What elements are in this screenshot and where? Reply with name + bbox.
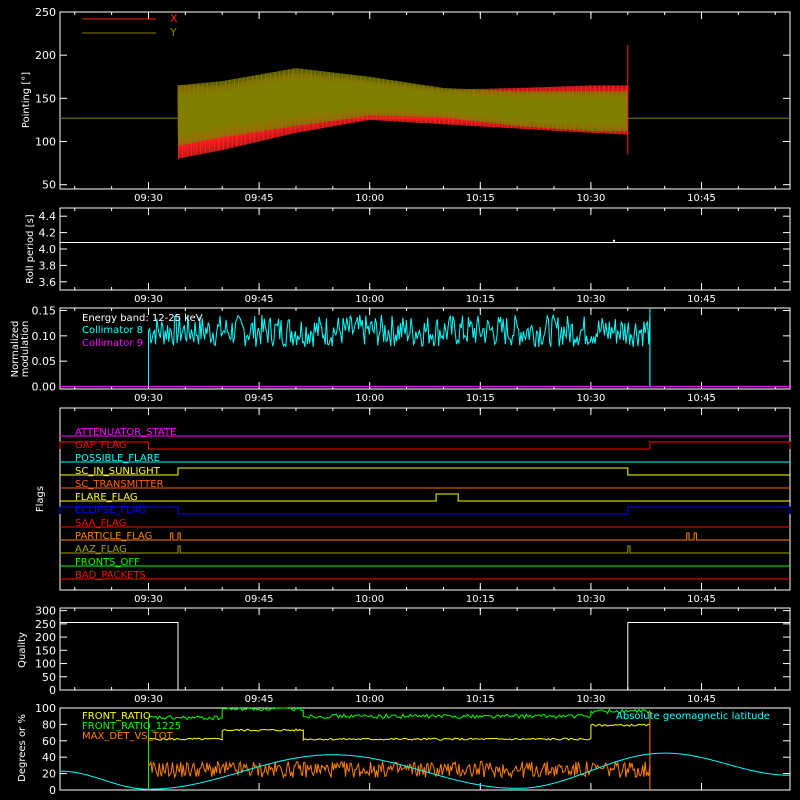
y-tick-label: 40 [42, 751, 56, 764]
x-tick-label: 09:30 [134, 294, 163, 305]
x-tick-label: 09:45 [245, 594, 274, 605]
x-tick-label: 10:15 [466, 193, 495, 204]
figure-canvas: Pointing [°] 50100150200250 09:30 09:45 10… [0, 0, 800, 800]
y-tick-label: 0.05 [32, 355, 57, 368]
x-tick-label: 09:30 [134, 393, 163, 404]
x-tick-label: 10:00 [355, 193, 384, 204]
legend-y-label: Y [169, 26, 177, 39]
y-tick-label: 4.0 [39, 243, 57, 256]
x-tick-label: 10:30 [576, 193, 605, 204]
modulation-ylabel-line2: modulation [20, 321, 31, 378]
modulation-ylabel: Normalized modulation [10, 321, 31, 378]
x-tick-label: 10:45 [687, 193, 716, 204]
x-tick-label: 10:45 [687, 393, 716, 404]
y-tick-label: 0 [49, 784, 56, 797]
y-tick-label: 0.00 [32, 380, 57, 393]
x-tick-label: 10:15 [466, 594, 495, 605]
x-tick-label: 10:45 [687, 594, 716, 605]
y-tick-label: 100 [35, 136, 56, 149]
y-tick-label: 0.10 [32, 330, 57, 343]
x-tick-label: 09:45 [245, 294, 274, 305]
energy-band-label: Energy band: 12-25 keV [82, 313, 203, 324]
x-tick-label: 09:30 [134, 694, 163, 705]
y-tick-label: 60 [42, 735, 56, 748]
collimator-9-label: Collimator 9 [82, 338, 143, 349]
y-tick-label: 200 [35, 49, 56, 62]
x-tick-label: 09:45 [245, 694, 274, 705]
x-tick-label: 10:30 [576, 594, 605, 605]
y-tick-label: 3.8 [39, 259, 57, 272]
y-tick-label: 20 [42, 768, 56, 781]
x-tick-label: 09:30 [134, 594, 163, 605]
x-tick-label: 10:45 [687, 694, 716, 705]
y-tick-label: 4.4 [39, 210, 57, 223]
y-tick-label: 250 [35, 618, 56, 631]
y-tick-label: 50 [42, 179, 56, 192]
y-tick-label: 50 [42, 671, 56, 684]
quality-ylabel: Quality [17, 632, 28, 668]
x-tick-label: 10:00 [355, 393, 384, 404]
x-tick-label: 10:15 [466, 393, 495, 404]
x-tick-label: 10:15 [466, 294, 495, 305]
x-tick-label: 10:00 [355, 594, 384, 605]
x-tick-label: 10:30 [576, 294, 605, 305]
degrees-ylabel: Degrees or % [17, 714, 28, 782]
x-tick-label: 10:30 [576, 694, 605, 705]
legend-x-label: X [170, 12, 178, 25]
y-tick-label: 3.6 [39, 276, 57, 289]
collimator-8-label: Collimator 8 [82, 325, 143, 336]
x-tick-label: 10:30 [576, 393, 605, 404]
y-tick-label: 80 [42, 718, 56, 731]
x-tick-label: 10:00 [355, 694, 384, 705]
y-tick-label: 100 [35, 658, 56, 671]
x-tick-label: 10:15 [466, 694, 495, 705]
x-tick-label: 09:45 [245, 193, 274, 204]
y-tick-label: 250 [35, 6, 56, 19]
legend-geomag-lat: Absolute geomagnetic latitude [616, 711, 770, 722]
roll-ylabel: Roll period [s] [25, 214, 36, 283]
y-tick-label: 300 [35, 605, 56, 618]
flags-ylabel: Flags [35, 486, 46, 512]
y-tick-label: 0.15 [32, 305, 57, 318]
x-tick-label: 10:45 [687, 294, 716, 305]
y-tick-label: 150 [35, 92, 56, 105]
roll-period-marker [613, 239, 616, 242]
y-tick-label: 0 [49, 684, 56, 697]
y-tick-label: 4.2 [39, 227, 57, 240]
x-tick-label: 09:45 [245, 393, 274, 404]
y-tick-label: 150 [35, 644, 56, 657]
pointing-ylabel: Pointing [°] [21, 72, 32, 128]
x-tick-label: 10:00 [355, 294, 384, 305]
y-tick-label: 200 [35, 631, 56, 644]
legend-max-det: MAX_DET_VS_TOT [82, 731, 174, 742]
y-tick-label: 100 [35, 702, 56, 715]
x-tick-label: 09:30 [134, 193, 163, 204]
